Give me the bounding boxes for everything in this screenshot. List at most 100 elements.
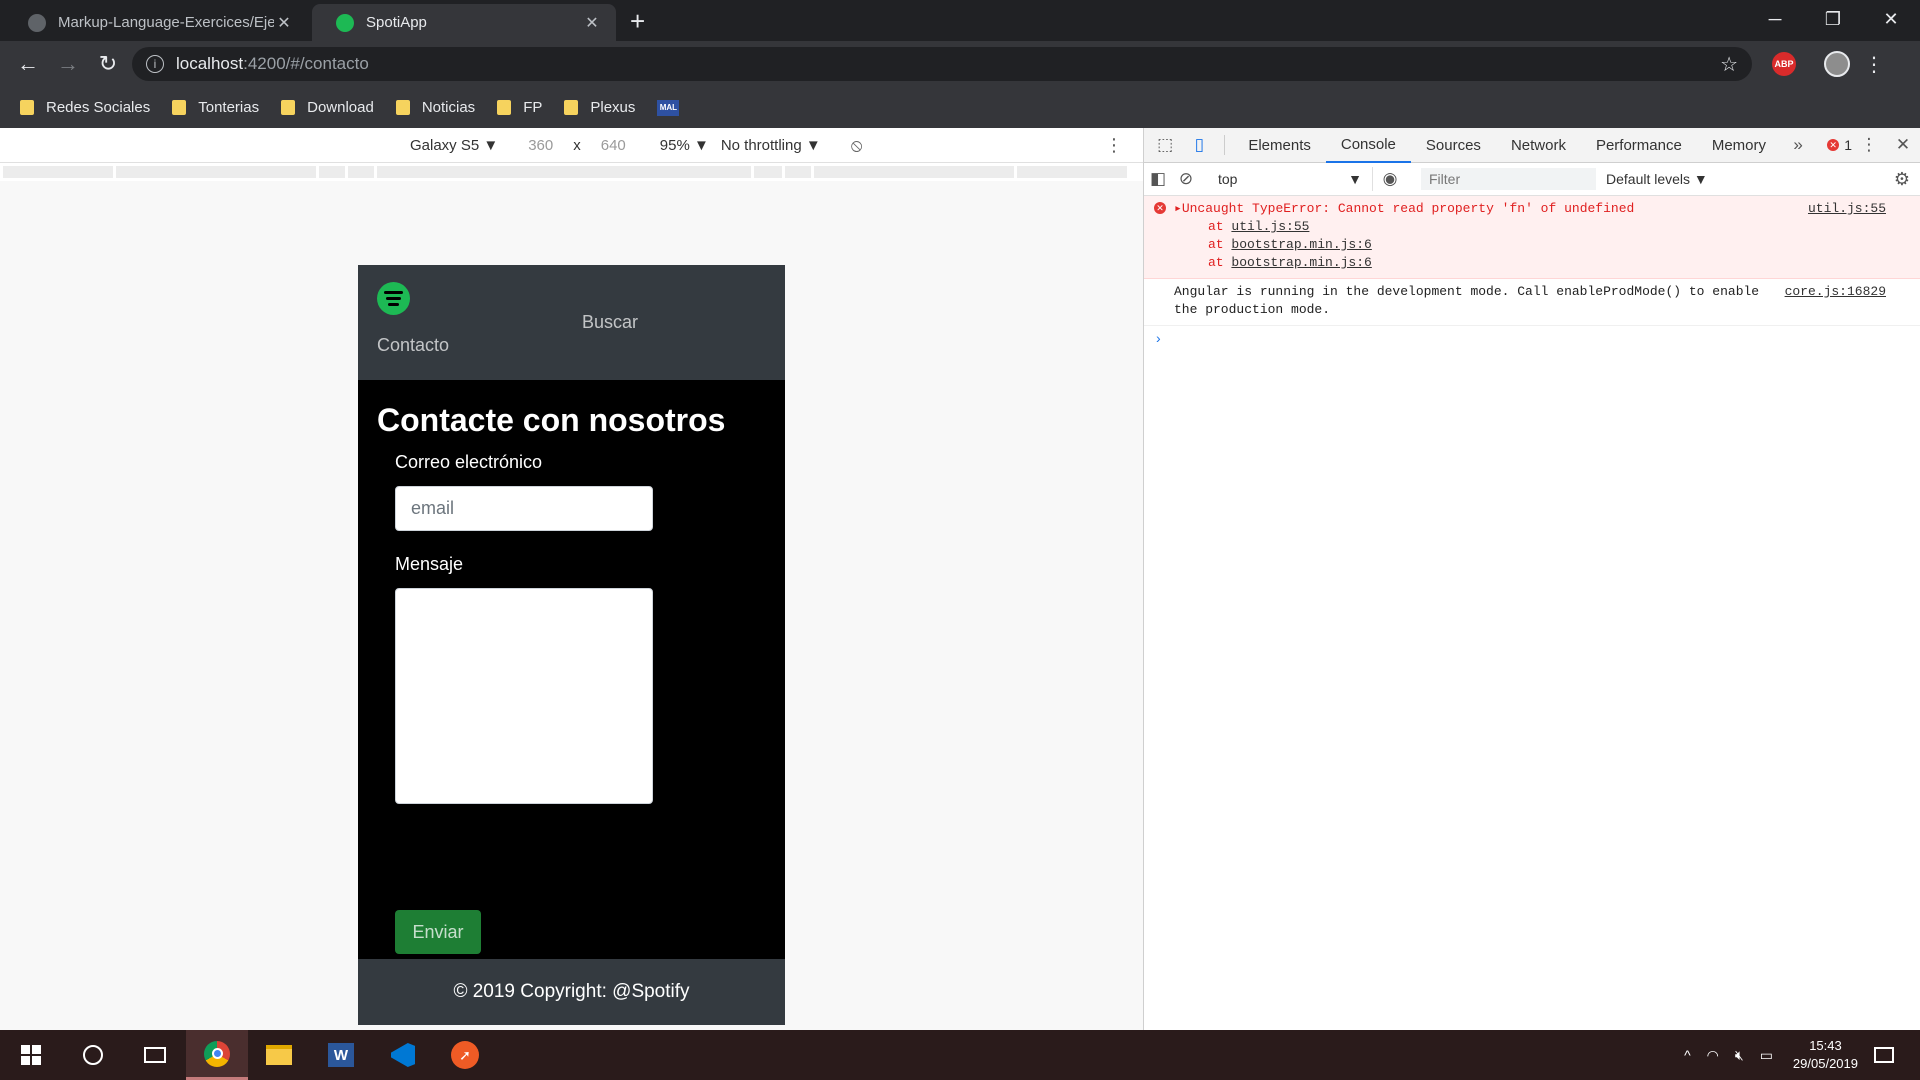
close-tab-icon[interactable]: ✕ xyxy=(274,13,294,33)
folder-icon xyxy=(20,100,34,115)
back-button[interactable]: ← xyxy=(8,44,48,84)
source-link[interactable]: core.js:16829 xyxy=(1785,283,1886,301)
bookmark-noticias[interactable]: Noticias xyxy=(395,99,475,116)
eye-icon[interactable]: ◉ xyxy=(1373,169,1407,189)
media-query-bar[interactable] xyxy=(3,166,113,178)
window-controls: ─ ❐ ✕ xyxy=(1746,0,1920,38)
contact-form: Contacte con nosotros Correo electrónico… xyxy=(358,380,785,960)
source-link[interactable]: util.js:55 xyxy=(1808,200,1886,218)
console-prompt[interactable]: › xyxy=(1144,326,1920,350)
tab-network[interactable]: Network xyxy=(1496,128,1581,163)
devtools-close-icon[interactable]: ✕ xyxy=(1886,135,1920,155)
sidebar-toggle-icon[interactable]: ◧ xyxy=(1144,169,1172,189)
task-view-button[interactable] xyxy=(124,1030,186,1080)
bookmark-plexus[interactable]: Plexus xyxy=(564,99,635,116)
tab-sources[interactable]: Sources xyxy=(1411,128,1496,163)
tab-github[interactable]: Markup-Language-Exercices/Ejer ✕ xyxy=(4,4,308,41)
taskbar-vscode[interactable] xyxy=(372,1030,434,1080)
media-query-bar[interactable] xyxy=(814,166,1014,178)
system-tray: ^ ◠ 🔇︎ ▭ 15:43 29/05/2019 xyxy=(1676,1037,1920,1073)
notifications-icon[interactable] xyxy=(1874,1047,1894,1063)
system-clock[interactable]: 15:43 29/05/2019 xyxy=(1793,1037,1858,1073)
tab-elements[interactable]: Elements xyxy=(1233,128,1326,163)
media-query-bar[interactable] xyxy=(754,166,782,178)
stack-link[interactable]: bootstrap.min.js:6 xyxy=(1231,255,1371,270)
bookmark-redes-sociales[interactable]: Redes Sociales xyxy=(20,99,150,116)
address-bar[interactable]: i localhost:4200/#/contacto ☆ xyxy=(132,47,1752,81)
rotate-icon[interactable]: ⦸ xyxy=(851,135,863,156)
volume-muted-icon[interactable]: 🔇︎ xyxy=(1735,1047,1744,1064)
adblock-icon[interactable]: ABP xyxy=(1772,52,1796,76)
taskbar-postman[interactable]: ➚ xyxy=(434,1030,496,1080)
minimize-button[interactable]: ─ xyxy=(1746,0,1804,38)
zoom-select[interactable]: 95% ▼ xyxy=(660,137,709,154)
media-query-bar[interactable] xyxy=(348,166,374,178)
settings-gear-icon[interactable]: ⚙ xyxy=(1894,169,1910,190)
error-text[interactable]: ▸Uncaught TypeError: Cannot read propert… xyxy=(1174,200,1886,218)
bookmark-tonterias[interactable]: Tonterias xyxy=(172,99,259,116)
tab-spotiapp[interactable]: SpotiApp ✕ xyxy=(312,4,616,41)
more-tabs-icon[interactable]: » xyxy=(1781,135,1815,155)
folder-icon xyxy=(172,100,187,115)
tab-performance[interactable]: Performance xyxy=(1581,128,1697,163)
reload-button[interactable]: ↻ xyxy=(88,44,128,84)
bookmark-fp[interactable]: FP xyxy=(497,99,542,116)
chrome-icon xyxy=(204,1040,230,1067)
clear-console-icon[interactable]: ⊘ xyxy=(1172,169,1200,189)
error-counter[interactable]: ✕ 1 xyxy=(1827,137,1852,153)
filter-input[interactable]: Filter xyxy=(1421,168,1596,190)
folder-icon xyxy=(497,100,512,115)
windows-taskbar: W ➚ ^ ◠ 🔇︎ ▭ 15:43 29/05/2019 xyxy=(0,1030,1920,1080)
devtools-menu-icon[interactable]: ⋮ xyxy=(1852,135,1886,155)
bookmark-label: Download xyxy=(307,99,374,116)
bookmark-star-icon[interactable]: ☆ xyxy=(1720,52,1738,77)
tab-memory[interactable]: Memory xyxy=(1697,128,1781,163)
stack-frame: at util.js:55 xyxy=(1208,219,1310,234)
taskbar-chrome[interactable] xyxy=(186,1030,248,1080)
context-select[interactable]: top ▼ xyxy=(1208,167,1373,191)
device-more-icon[interactable]: ⋮ xyxy=(1105,135,1123,156)
forward-button[interactable]: → xyxy=(48,44,88,84)
battery-icon[interactable]: ▭ xyxy=(1760,1047,1773,1064)
send-button[interactable]: Enviar xyxy=(395,910,481,954)
nav-link-contacto[interactable]: Contacto xyxy=(377,335,449,356)
wifi-icon[interactable]: ◠ xyxy=(1707,1047,1719,1064)
spotify-logo-icon[interactable] xyxy=(377,282,410,315)
windows-logo-icon xyxy=(21,1045,41,1065)
start-button[interactable] xyxy=(0,1030,62,1080)
close-tab-icon[interactable]: ✕ xyxy=(582,13,602,33)
restore-button[interactable]: ❐ xyxy=(1804,0,1862,38)
throttling-select[interactable]: No throttling ▼ xyxy=(721,137,821,154)
spotify-icon xyxy=(336,13,354,32)
stack-link[interactable]: util.js:55 xyxy=(1231,219,1309,234)
chevron-up-icon[interactable]: ^ xyxy=(1684,1047,1691,1063)
stack-link[interactable]: bootstrap.min.js:6 xyxy=(1231,237,1371,252)
media-query-bar[interactable] xyxy=(116,166,316,178)
device-select[interactable]: Galaxy S5 ▼ xyxy=(410,137,498,154)
inspect-element-icon[interactable]: ⬚ xyxy=(1148,135,1182,155)
media-query-bar[interactable] xyxy=(1017,166,1127,178)
media-query-bar[interactable] xyxy=(377,166,751,178)
profile-avatar[interactable] xyxy=(1824,51,1850,77)
bookmark-download[interactable]: Download xyxy=(281,99,374,116)
media-query-bar[interactable] xyxy=(319,166,345,178)
bookmark-label: FP xyxy=(523,99,543,116)
media-query-bar[interactable] xyxy=(785,166,811,178)
device-toggle-icon[interactable]: ▯ xyxy=(1182,135,1216,155)
close-window-button[interactable]: ✕ xyxy=(1862,0,1920,38)
message-textarea[interactable] xyxy=(395,588,653,804)
bookmark-mal[interactable]: MAL xyxy=(657,99,680,116)
site-info-icon[interactable]: i xyxy=(146,55,164,73)
tab-console[interactable]: Console xyxy=(1325,128,1411,163)
taskbar-word[interactable]: W xyxy=(310,1030,372,1080)
viewport-width[interactable]: 360 xyxy=(528,137,553,154)
email-field[interactable]: email xyxy=(395,486,653,531)
nav-link-buscar[interactable]: Buscar xyxy=(582,312,638,333)
new-tab-button[interactable]: + xyxy=(630,6,645,37)
bookmark-label: Redes Sociales xyxy=(46,99,151,116)
log-levels-select[interactable]: Default levels ▼ xyxy=(1606,171,1708,187)
cortana-button[interactable] xyxy=(62,1030,124,1080)
browser-menu-icon[interactable]: ⋮ xyxy=(1864,52,1884,77)
viewport-height[interactable]: 640 xyxy=(601,137,626,154)
taskbar-file-explorer[interactable] xyxy=(248,1030,310,1080)
